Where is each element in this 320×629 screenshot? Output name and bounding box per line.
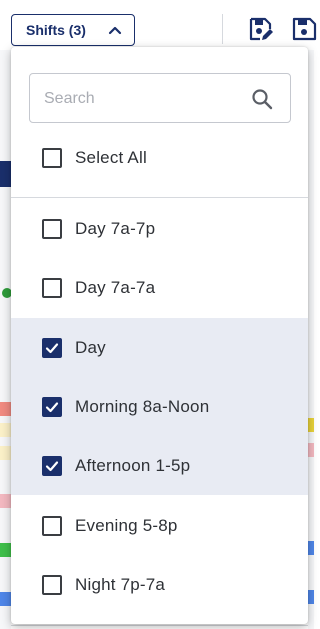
schedule-chip <box>0 543 11 557</box>
divider <box>11 197 308 198</box>
select-all-label: Select All <box>75 147 147 167</box>
checkbox[interactable] <box>42 277 62 298</box>
checkmark-icon <box>45 342 59 353</box>
save-edit-icon[interactable] <box>248 16 274 42</box>
shift-option-day-7a-7p[interactable]: Day 7a-7p <box>11 199 308 258</box>
shift-option-day-7a-7a[interactable]: Day 7a-7a <box>11 258 308 317</box>
checkbox[interactable] <box>42 574 62 595</box>
option-label: Evening 5-8p <box>75 515 178 535</box>
checkmark-icon <box>45 401 59 412</box>
shift-option-night[interactable]: Night 7p-7a <box>11 555 308 614</box>
checkbox-checked[interactable] <box>42 396 62 417</box>
schedule-chip <box>0 494 11 508</box>
grid-line <box>0 625 314 626</box>
checkbox[interactable] <box>42 218 62 239</box>
checkmark-icon <box>45 460 59 471</box>
select-all-option[interactable]: Select All <box>11 128 308 187</box>
schedule-chip <box>0 446 11 460</box>
toolbar-divider <box>222 14 223 44</box>
schedule-chip <box>308 443 314 457</box>
shift-option-evening[interactable]: Evening 5-8p <box>11 496 308 555</box>
checkbox-checked[interactable] <box>42 455 62 476</box>
schedule-chip <box>308 541 314 555</box>
option-label: Night 7p-7a <box>75 574 166 594</box>
shifts-dropdown-panel: Select All Day 7a-7p Day 7a-7a Day Morni… <box>11 47 308 624</box>
option-label: Afternoon 1-5p <box>75 455 191 475</box>
schedule-chip <box>308 418 314 432</box>
select-all-checkbox[interactable] <box>42 147 62 168</box>
search-field[interactable] <box>29 73 291 123</box>
checkbox[interactable] <box>42 515 62 536</box>
schedule-chip <box>0 592 11 606</box>
option-label: Day 7a-7p <box>75 218 156 238</box>
schedule-marker <box>0 161 11 187</box>
save-icon[interactable] <box>291 16 317 42</box>
option-label: Day 7a-7a <box>75 277 156 297</box>
search-icon <box>252 89 273 110</box>
search-input[interactable] <box>44 86 244 112</box>
option-label: Morning 8a-Noon <box>75 396 210 416</box>
shifts-filter-label: Shifts (3) <box>26 22 86 38</box>
checkbox-checked[interactable] <box>42 337 62 358</box>
shifts-filter-button[interactable]: Shifts (3) <box>11 14 135 46</box>
shift-option-afternoon[interactable]: Afternoon 1-5p <box>11 436 308 495</box>
shift-option-morning[interactable]: Morning 8a-Noon <box>11 377 308 436</box>
chevron-up-icon <box>108 26 122 35</box>
schedule-chip <box>0 423 11 437</box>
schedule-chip <box>0 402 11 416</box>
shift-option-day[interactable]: Day <box>11 318 308 377</box>
option-label: Day <box>75 337 106 357</box>
schedule-chip <box>308 590 314 604</box>
